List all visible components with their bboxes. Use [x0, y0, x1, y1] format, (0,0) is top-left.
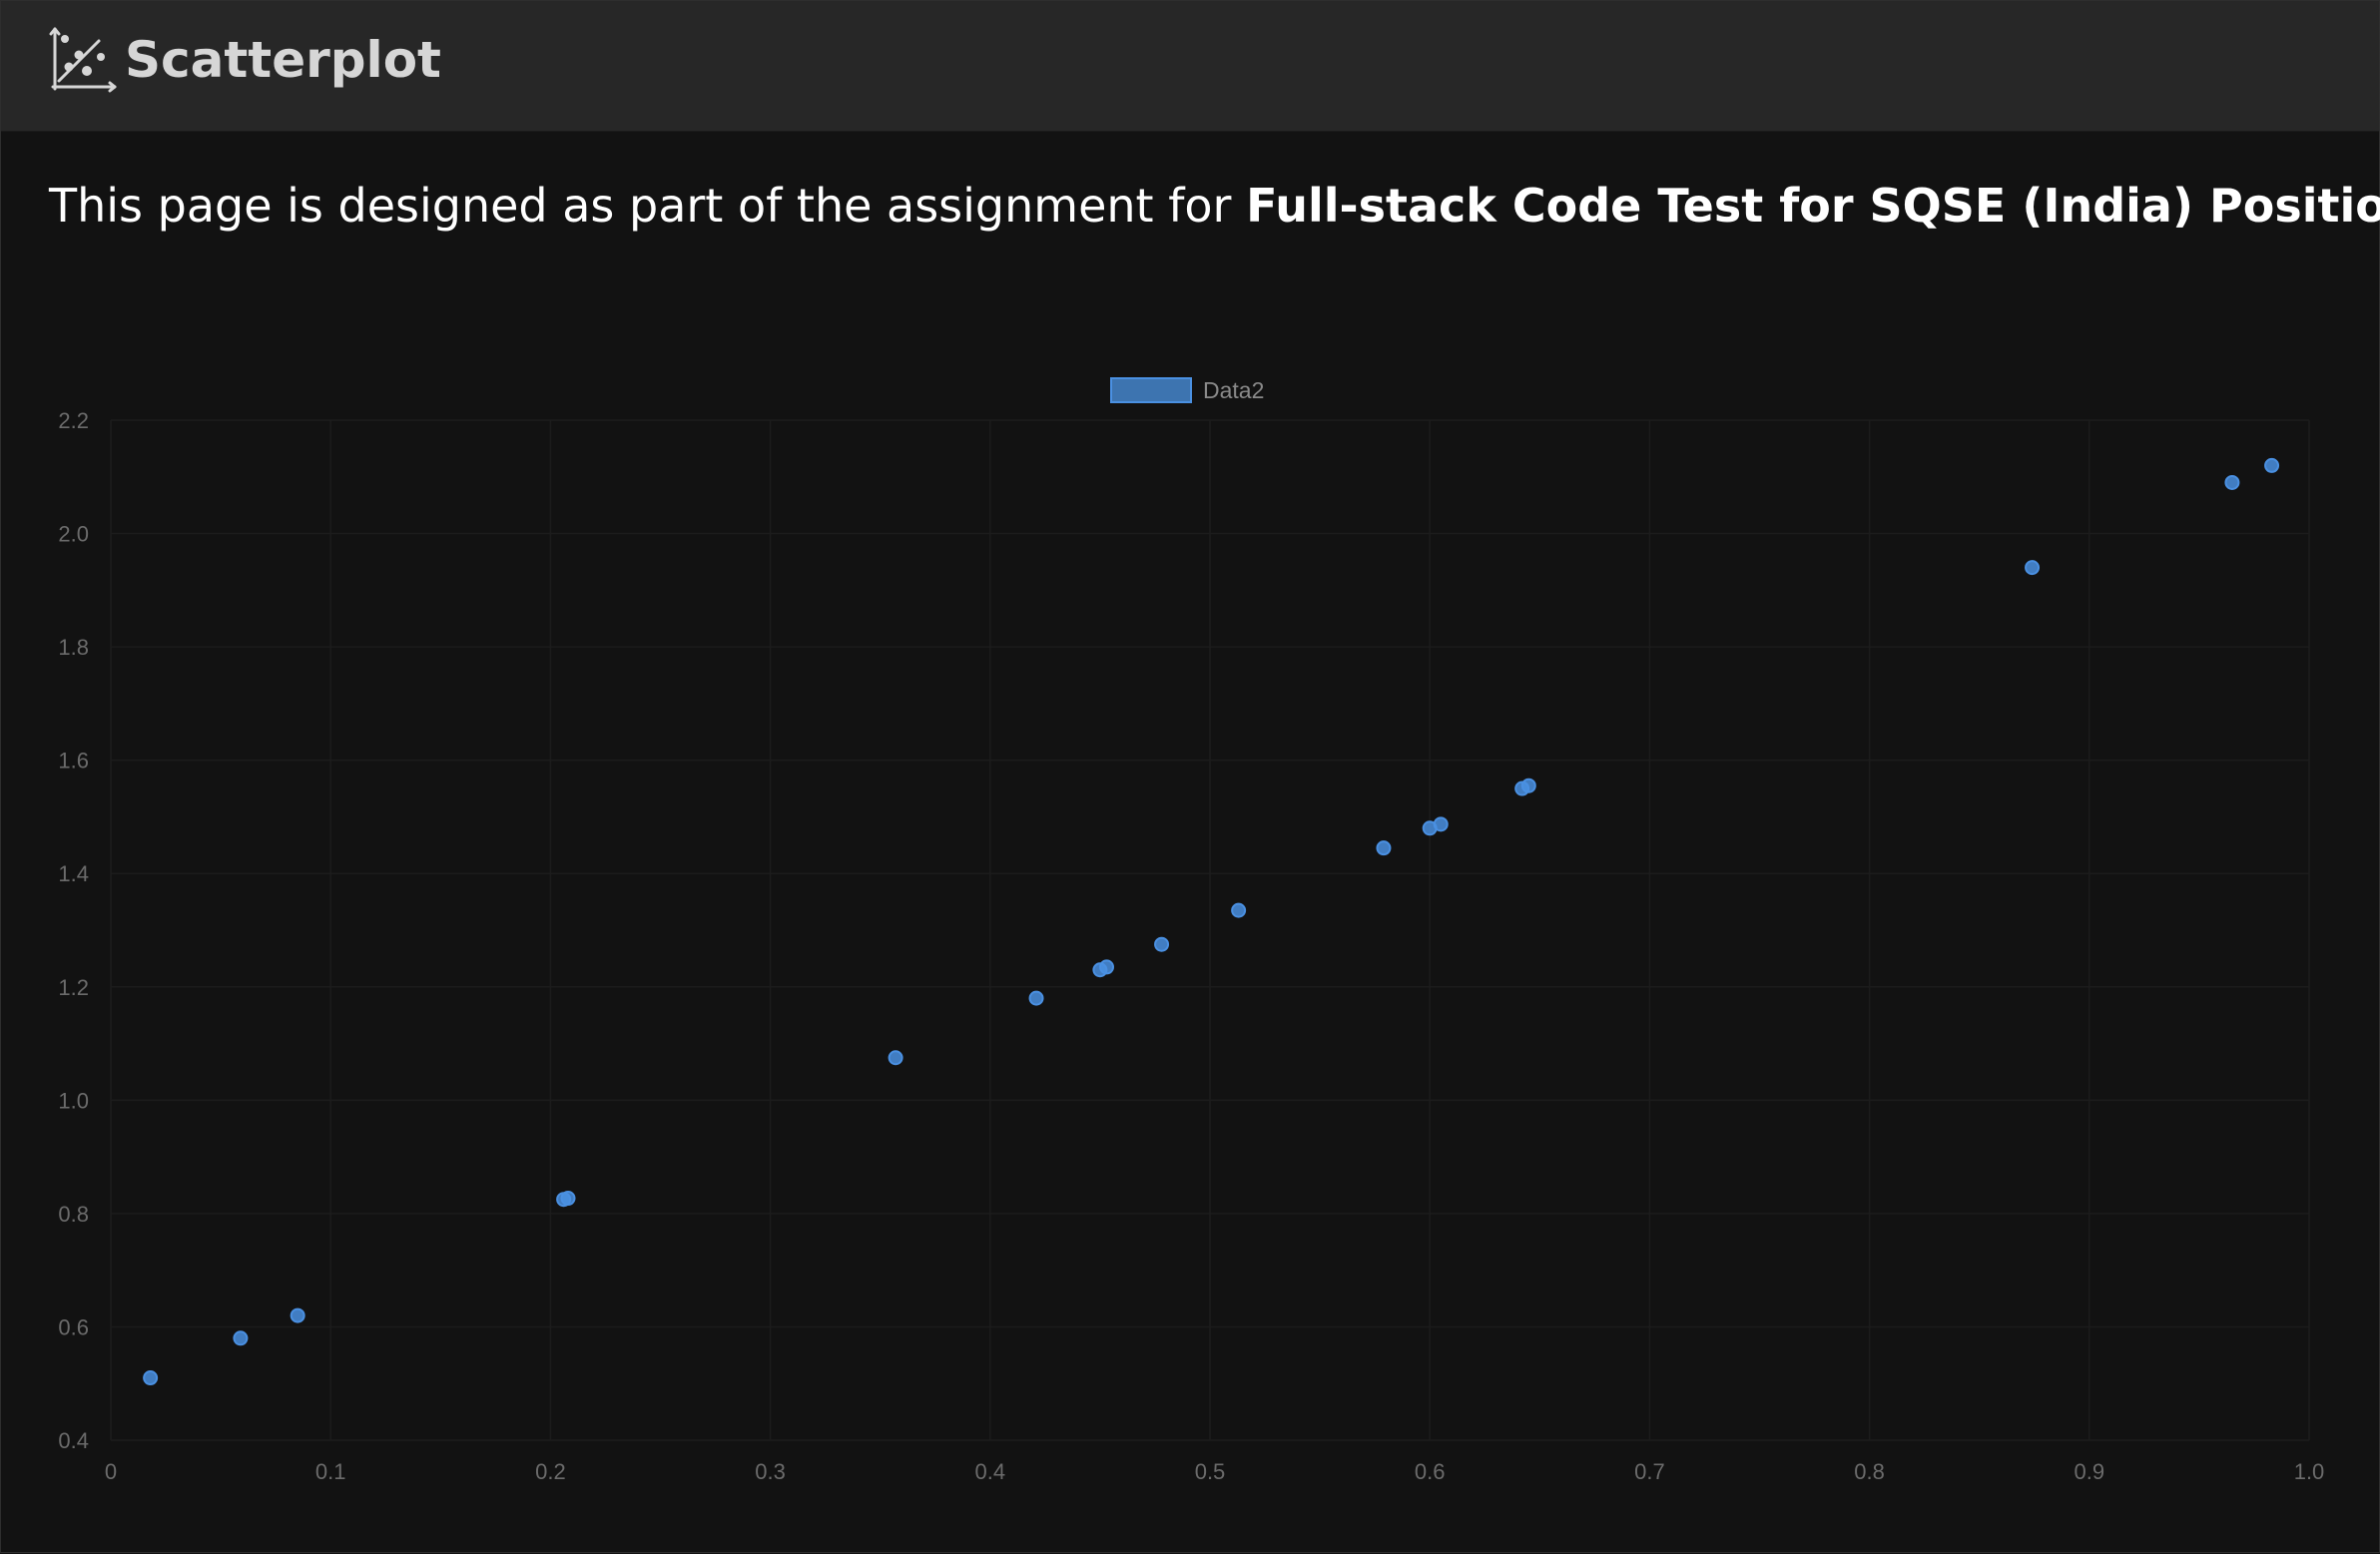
- y-tick-label: 1.0: [58, 1088, 89, 1113]
- y-tick-label: 2.2: [58, 408, 89, 433]
- x-tick-label: 0.2: [535, 1459, 566, 1484]
- data-point[interactable]: [560, 1191, 576, 1207]
- y-tick-label: 0.4: [58, 1428, 89, 1453]
- intro-text: This page is designed as part of the ass…: [49, 179, 1247, 233]
- y-tick-label: 0.8: [58, 1202, 89, 1227]
- chart-container: 0 0.1 0.2 0.3 0.4 0.5 0.6 0.7 0.8 0.9 1.0 0.4 0.6 0.8…: [1, 340, 2380, 1554]
- x-tick-label: 0.9: [2075, 1459, 2105, 1484]
- scatter-chart: 0 0.1 0.2 0.3 0.4 0.5 0.6 0.7 0.8 0.9 1.0 0.4 0.6 0.8…: [58, 377, 2325, 1484]
- x-tick-label: 0.7: [1634, 1459, 1665, 1484]
- scatterplot-icon: [49, 27, 117, 93]
- data-point[interactable]: [1520, 777, 1536, 793]
- y-tick-label: 2.0: [58, 522, 89, 547]
- data-point[interactable]: [1376, 840, 1392, 856]
- x-tick-label: 0.5: [1195, 1459, 1226, 1484]
- intro-heading: This page is designed as part of the ass…: [49, 179, 2380, 233]
- x-tick-label: 0.8: [1854, 1459, 1885, 1484]
- data-point[interactable]: [2264, 457, 2280, 473]
- top-navbar: Scatterplot: [1, 1, 2379, 132]
- data-point[interactable]: [1099, 959, 1115, 975]
- data-point[interactable]: [888, 1050, 903, 1066]
- data-point[interactable]: [2025, 560, 2041, 576]
- data-point[interactable]: [233, 1330, 249, 1346]
- page: Scatterplot This page is designed as par…: [0, 0, 2380, 1553]
- y-tick-label: 1.8: [58, 635, 89, 660]
- y-tick-label: 1.6: [58, 749, 89, 774]
- legend-label[interactable]: Data2: [1203, 377, 1264, 403]
- x-tick-label: 0.1: [315, 1459, 346, 1484]
- y-tick-label: 1.4: [58, 861, 89, 886]
- data-point[interactable]: [1231, 902, 1247, 918]
- brand-link[interactable]: Scatterplot: [49, 25, 441, 95]
- data-point[interactable]: [290, 1307, 305, 1323]
- x-tick-label: 0.4: [975, 1459, 1006, 1484]
- legend-swatch[interactable]: [1110, 377, 1192, 403]
- data-point[interactable]: [1433, 816, 1449, 832]
- brand-title: Scatterplot: [125, 31, 441, 89]
- intro-emphasis: Full-stack Code Test for SQSE (India) Po…: [1246, 179, 2380, 233]
- data-point[interactable]: [1028, 990, 1044, 1006]
- data-point[interactable]: [1154, 936, 1170, 952]
- x-tick-label: 0.6: [1415, 1459, 1446, 1484]
- y-tick-label: 0.6: [58, 1314, 89, 1339]
- x-tick-label: 1.0: [2294, 1459, 2325, 1484]
- x-tick-label: 0: [105, 1459, 117, 1484]
- data-point[interactable]: [2224, 474, 2240, 490]
- y-tick-label: 1.2: [58, 975, 89, 1000]
- data-point[interactable]: [143, 1370, 159, 1386]
- x-tick-label: 0.3: [755, 1459, 786, 1484]
